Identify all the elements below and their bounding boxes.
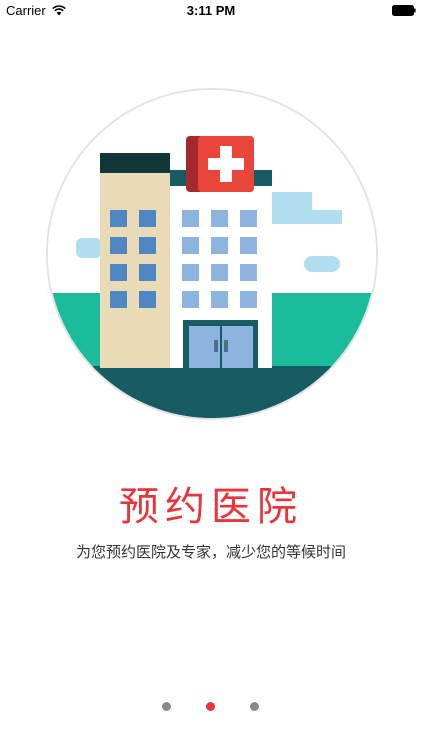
hospital-illustration	[46, 88, 378, 420]
onboarding-title: 预约医院	[119, 484, 303, 530]
onboarding-subtitle: 为您预约医院及专家，减少您的等候时间	[75, 543, 346, 561]
battery-icon	[392, 5, 416, 16]
medical-cross-icon	[186, 136, 254, 192]
page-indicator[interactable]	[0, 702, 422, 712]
page-dot-2-active[interactable]	[206, 702, 215, 711]
clock: 3:11 PM	[186, 3, 236, 18]
status-bar: Carrier 3:11 PM	[0, 0, 422, 22]
page-dot-3[interactable]	[250, 702, 259, 711]
page-dot-1[interactable]	[162, 702, 171, 711]
